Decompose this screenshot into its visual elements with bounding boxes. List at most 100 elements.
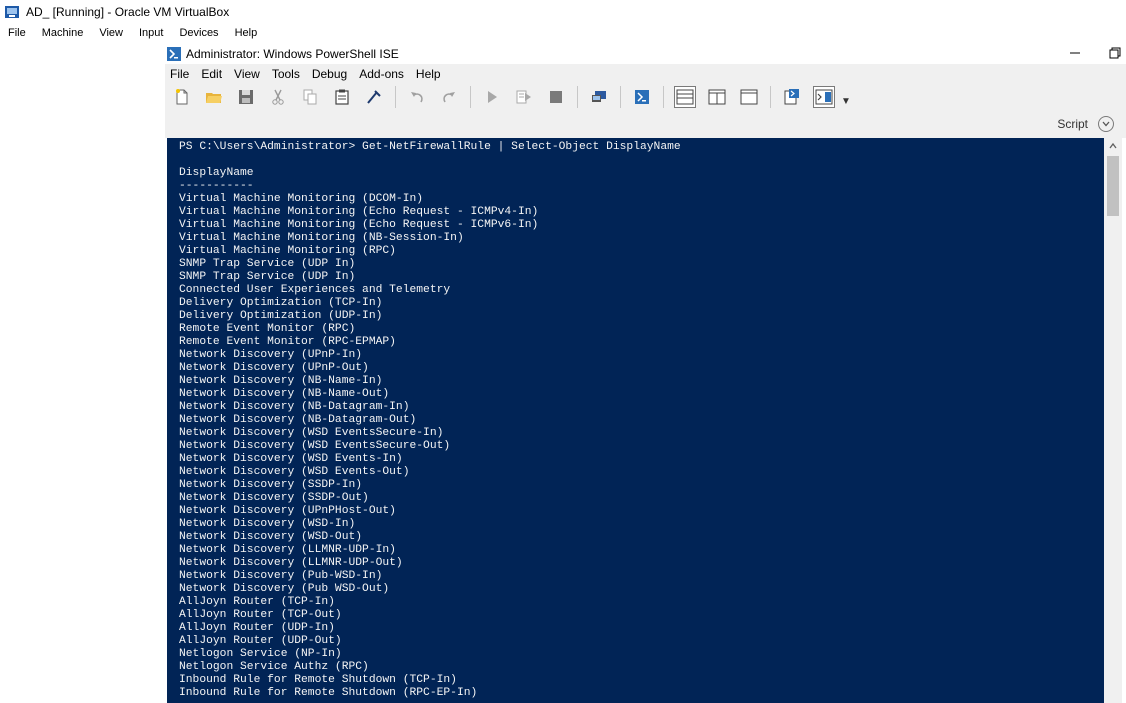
console-output-line: AllJoyn Router (TCP-In) — [179, 596, 335, 608]
redo-icon — [443, 92, 455, 103]
vbox-menu-devices[interactable]: Devices — [171, 24, 226, 43]
ise-menu-help[interactable]: Help — [410, 67, 447, 81]
console-output-line: Virtual Machine Monitoring (NB-Session-I… — [179, 232, 464, 244]
paste-button[interactable] — [331, 86, 353, 108]
paste-icon — [335, 89, 349, 105]
console-output-line: Network Discovery (WSD Events-In) — [179, 453, 403, 465]
clear-console-button[interactable] — [363, 86, 385, 108]
minimize-icon[interactable] — [1068, 46, 1082, 60]
show-script-pane-chevron-icon[interactable] — [1098, 116, 1114, 132]
console-output-line: AllJoyn Router (UDP-Out) — [179, 635, 342, 647]
redo-button[interactable] — [438, 86, 460, 108]
console-output-line: Network Discovery (UPnPHost-Out) — [179, 505, 396, 517]
new-remote-tab-icon — [592, 91, 606, 102]
console-output-line: Inbound Rule for Remote Shutdown (RPC-EP… — [179, 687, 478, 699]
console-output-line: Network Discovery (NB-Datagram-Out) — [179, 414, 417, 426]
console-output-line: Network Discovery (WSD Events-Out) — [179, 466, 410, 478]
console-output-line: Delivery Optimization (TCP-In) — [179, 297, 383, 309]
show-script-maximized-icon — [740, 89, 758, 105]
copy-button[interactable] — [299, 86, 321, 108]
console-output-line: AllJoyn Router (UDP-In) — [179, 622, 335, 634]
console-output-line: Network Discovery (UPnP-In) — [179, 349, 363, 361]
toolbar-separator — [620, 86, 621, 108]
vbox-menu-view[interactable]: View — [91, 24, 131, 43]
show-script-top-button[interactable] — [674, 86, 696, 108]
console-output-line: Remote Event Monitor (RPC) — [179, 323, 356, 335]
show-script-top-icon — [676, 89, 694, 105]
ise-title-bar: Administrator: Windows PowerShell ISE — [165, 43, 1126, 64]
start-powershell-icon — [635, 90, 649, 104]
new-remote-tab-button[interactable] — [588, 86, 610, 108]
console-output: PS C:\Users\Administrator> Get-NetFirewa… — [179, 141, 681, 700]
scrollbar-thumb[interactable] — [1107, 156, 1119, 216]
guest-display[interactable]: Administrator: Windows PowerShell ISE Fi… — [0, 43, 1126, 703]
toolbar-separator — [395, 86, 396, 108]
console-output-line: Network Discovery (Pub-WSD-In) — [179, 570, 383, 582]
vbox-title-bar: AD_ [Running] - Oracle VM VirtualBox — [0, 0, 1126, 24]
console-output-line: Network Discovery (WSD-Out) — [179, 531, 363, 543]
ise-menu-file[interactable]: File — [165, 67, 195, 81]
ise-menu-view[interactable]: View — [228, 67, 266, 81]
show-command-addon-button[interactable] — [813, 86, 835, 108]
cut-icon — [272, 89, 284, 105]
console-output-line: Connected User Experiences and Telemetry — [179, 284, 451, 296]
console-output-line: Network Discovery (WSD EventsSecure-Out) — [179, 440, 451, 452]
undo-button[interactable] — [406, 86, 428, 108]
stop-button[interactable] — [545, 86, 567, 108]
powershell-ise-icon — [167, 46, 181, 61]
virtualbox-icon — [5, 6, 19, 18]
cut-button[interactable] — [267, 86, 289, 108]
console-output-line: Netlogon Service Authz (RPC) — [179, 661, 369, 673]
show-command-window-icon — [784, 89, 799, 105]
new-file-button[interactable] — [171, 86, 193, 108]
console-output-line: Network Discovery (NB-Datagram-In) — [179, 401, 410, 413]
ise-menu-debug[interactable]: Debug — [306, 67, 353, 81]
run-selection-button[interactable] — [513, 86, 535, 108]
toolbar-separator — [770, 86, 771, 108]
ise-menu-bar: File Edit View Tools Debug Add-ons Help — [165, 64, 1126, 84]
show-command-addon-icon — [815, 89, 833, 105]
console-output-line: Network Discovery (LLMNR-UDP-Out) — [179, 557, 403, 569]
console-prompt-line: PS C:\Users\Administrator> Get-NetFirewa… — [179, 141, 681, 153]
console-output-line: AllJoyn Router (TCP-Out) — [179, 609, 342, 621]
console-output-line: DisplayName — [179, 167, 254, 179]
console-output-line: Netlogon Service (NP-In) — [179, 648, 342, 660]
console-output-line: Network Discovery (SSDP-In) — [179, 479, 363, 491]
clear-console-icon — [367, 90, 381, 104]
toolbar-separator — [663, 86, 664, 108]
console-output-line: Virtual Machine Monitoring (Echo Request… — [179, 219, 539, 231]
show-script-right-button[interactable] — [706, 86, 728, 108]
ise-toolbar: ▼ — [165, 84, 1126, 110]
ise-menu-edit[interactable]: Edit — [195, 67, 228, 81]
ise-menu-tools[interactable]: Tools — [266, 67, 306, 81]
open-folder-icon — [206, 93, 222, 103]
console-pane[interactable]: PS C:\Users\Administrator> Get-NetFirewa… — [167, 138, 1104, 703]
console-output-line: Remote Event Monitor (RPC-EPMAP) — [179, 336, 396, 348]
console-output-line: Network Discovery (WSD EventsSecure-In) — [179, 427, 444, 439]
vbox-menu-file[interactable]: File — [0, 24, 34, 43]
powershell-ise-window: Administrator: Windows PowerShell ISE Fi… — [165, 43, 1126, 703]
ise-menu-addons[interactable]: Add-ons — [353, 67, 410, 81]
run-button[interactable] — [481, 86, 503, 108]
toolbar-overflow-icon[interactable]: ▼ — [841, 96, 851, 107]
console-output-line: Delivery Optimization (UDP-In) — [179, 310, 383, 322]
toolbar-separator — [577, 86, 578, 108]
open-button[interactable] — [203, 86, 225, 108]
show-command-window-button[interactable] — [781, 86, 803, 108]
vbox-menu-input[interactable]: Input — [131, 24, 171, 43]
start-powershell-button[interactable] — [631, 86, 653, 108]
restore-icon[interactable] — [1108, 46, 1122, 60]
ise-title-text: Administrator: Windows PowerShell ISE — [186, 46, 399, 61]
console-output-line: Network Discovery (Pub WSD-Out) — [179, 583, 390, 595]
scroll-up-icon[interactable] — [1104, 138, 1122, 154]
vbox-menu-help[interactable]: Help — [227, 24, 266, 43]
show-script-maximized-button[interactable] — [738, 86, 760, 108]
vbox-menu-machine[interactable]: Machine — [34, 24, 92, 43]
script-pane-label[interactable]: Script — [1057, 117, 1088, 131]
save-button[interactable] — [235, 86, 257, 108]
show-script-right-icon — [708, 89, 726, 105]
undo-icon — [411, 92, 423, 103]
console-scrollbar[interactable] — [1104, 138, 1122, 703]
console-output-line: Virtual Machine Monitoring (Echo Request… — [179, 206, 539, 218]
